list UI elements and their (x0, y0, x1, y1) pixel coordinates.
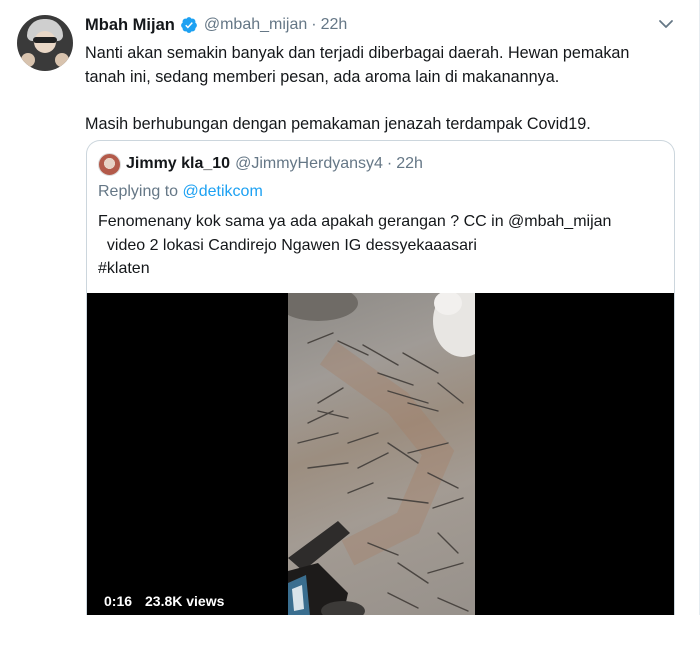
quoted-text-line: #klaten (98, 260, 150, 277)
tweet-text: Nanti akan semakin banyak dan terjadi di… (85, 42, 685, 136)
tweet-text-line: Nanti akan semakin banyak dan terjadi di… (85, 44, 630, 62)
replying-to: Replying to @detikcom (98, 183, 263, 201)
replying-to-mention[interactable]: @detikcom (183, 183, 263, 200)
avatar-glasses (33, 37, 57, 43)
replying-prefix: Replying to (98, 183, 183, 200)
video-player[interactable]: 0:16 23.8K views (87, 293, 674, 615)
chevron-down-icon[interactable] (656, 14, 676, 34)
tweet-header: Mbah Mijan @mbah_mijan · 22h (85, 14, 347, 36)
quoted-text-line: Fenomenany kok sama ya ada apakah gerang… (98, 213, 612, 230)
avatar-hand (55, 53, 69, 67)
separator-dot: · (386, 155, 393, 172)
tweet-card[interactable]: Mbah Mijan @mbah_mijan · 22h Nanti akan … (0, 0, 700, 615)
tweet-timestamp[interactable]: 22h (321, 16, 348, 34)
separator-dot: · (311, 16, 317, 33)
video-views: 23.8K views (145, 593, 225, 609)
video-frame-image (288, 293, 475, 615)
author-name[interactable]: Mbah Mijan (85, 16, 175, 35)
quoted-author-name[interactable]: Jimmy kla_10 (126, 155, 230, 173)
author-handle[interactable]: @mbah_mijan (204, 16, 307, 34)
quoted-header: Jimmy kla_10 @JimmyHerdyansy4 · 22h (126, 153, 423, 175)
quoted-text-line: video 2 lokasi Candirejo Ngawen IG dessy… (98, 236, 477, 254)
video-duration: 0:16 (104, 593, 133, 609)
quoted-tweet[interactable]: Jimmy kla_10 @JimmyHerdyansy4 · 22h Repl… (86, 140, 675, 615)
quoted-avatar[interactable] (98, 153, 121, 176)
verified-badge-icon (180, 17, 197, 33)
tweet-text-line: Masih berhubungan dengan pemakaman jenaz… (85, 114, 591, 133)
video-frame (288, 293, 475, 615)
quoted-timestamp[interactable]: 22h (396, 155, 423, 173)
tweet-text-line: tanah ini, sedang memberi pesan, ada aro… (85, 67, 560, 86)
quoted-author-handle[interactable]: @JimmyHerdyansy4 (235, 155, 383, 173)
avatar[interactable] (17, 15, 73, 71)
quoted-text: Fenomenany kok sama ya ada apakah gerang… (98, 210, 668, 281)
avatar-hand (21, 53, 35, 67)
